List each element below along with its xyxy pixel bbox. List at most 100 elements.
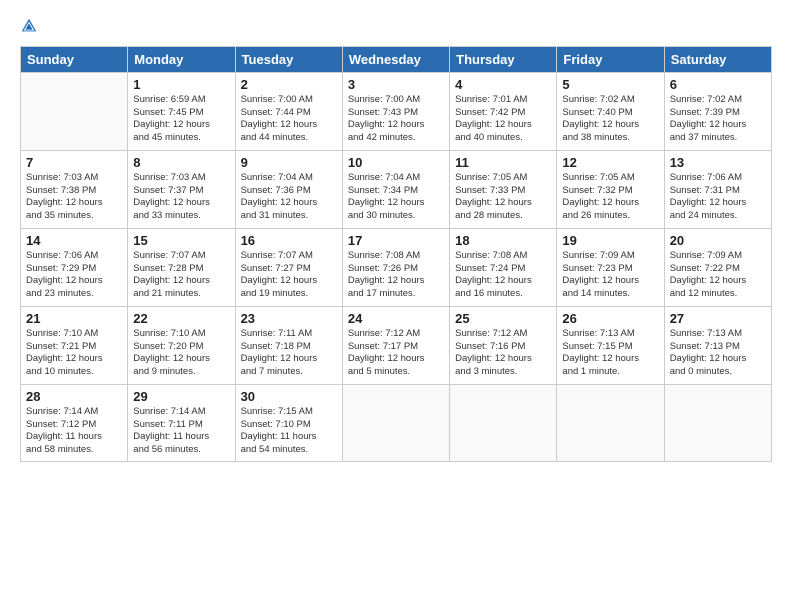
col-header-monday: Monday [128,46,235,72]
day-number: 20 [670,233,766,248]
day-number: 10 [348,155,444,170]
day-number: 5 [562,77,658,92]
calendar-cell: 16 Sunrise: 7:07 AM Sunset: 7:27 PM Dayli… [235,228,342,306]
day-number: 9 [241,155,337,170]
day-info: Sunrise: 7:07 AM Sunset: 7:28 PM Dayligh… [133,250,229,301]
calendar-cell: 22 Sunrise: 7:10 AM Sunset: 7:20 PM Dayli… [128,306,235,384]
calendar-cell: 19 Sunrise: 7:09 AM Sunset: 7:23 PM Dayli… [557,228,664,306]
calendar-cell: 27 Sunrise: 7:13 AM Sunset: 7:13 PM Dayli… [664,306,771,384]
day-info: Sunrise: 7:12 AM Sunset: 7:17 PM Dayligh… [348,328,444,379]
col-header-saturday: Saturday [664,46,771,72]
day-number: 14 [26,233,122,248]
calendar-cell: 25 Sunrise: 7:12 AM Sunset: 7:16 PM Dayli… [450,306,557,384]
day-number: 12 [562,155,658,170]
calendar-cell [557,384,664,461]
calendar-week-1: 7 Sunrise: 7:03 AM Sunset: 7:38 PM Daylig… [21,150,772,228]
calendar-header-row: SundayMondayTuesdayWednesdayThursdayFrid… [21,46,772,72]
day-info: Sunrise: 7:01 AM Sunset: 7:42 PM Dayligh… [455,94,551,145]
day-number: 22 [133,311,229,326]
day-info: Sunrise: 7:10 AM Sunset: 7:21 PM Dayligh… [26,328,122,379]
calendar-cell [450,384,557,461]
day-info: Sunrise: 7:09 AM Sunset: 7:23 PM Dayligh… [562,250,658,301]
day-number: 27 [670,311,766,326]
day-number: 16 [241,233,337,248]
day-info: Sunrise: 7:14 AM Sunset: 7:11 PM Dayligh… [133,406,229,457]
day-info: Sunrise: 7:08 AM Sunset: 7:26 PM Dayligh… [348,250,444,301]
day-number: 2 [241,77,337,92]
day-info: Sunrise: 7:13 AM Sunset: 7:13 PM Dayligh… [670,328,766,379]
day-number: 30 [241,389,337,404]
calendar-cell [21,72,128,150]
calendar-cell: 18Sunrise: 7:08 AM Sunset: 7:24 PM Dayli… [450,228,557,306]
page: SundayMondayTuesdayWednesdayThursdayFrid… [0,0,792,612]
day-info: Sunrise: 7:06 AM Sunset: 7:31 PM Dayligh… [670,172,766,223]
calendar-week-2: 14 Sunrise: 7:06 AM Sunset: 7:29 PM Dayli… [21,228,772,306]
day-info: Sunrise: 7:10 AM Sunset: 7:20 PM Dayligh… [133,328,229,379]
col-header-sunday: Sunday [21,46,128,72]
calendar-cell: 13 Sunrise: 7:06 AM Sunset: 7:31 PM Dayli… [664,150,771,228]
day-number: 25 [455,311,551,326]
day-info: Sunrise: 7:06 AM Sunset: 7:29 PM Dayligh… [26,250,122,301]
day-number: 4 [455,77,551,92]
day-number: 23 [241,311,337,326]
calendar-cell: 8 Sunrise: 7:03 AM Sunset: 7:37 PM Daylig… [128,150,235,228]
calendar-cell: 24Sunrise: 7:12 AM Sunset: 7:17 PM Dayli… [342,306,449,384]
logo-icon [20,17,38,35]
day-number: 21 [26,311,122,326]
day-info: Sunrise: 7:03 AM Sunset: 7:37 PM Dayligh… [133,172,229,223]
day-number: 17 [348,233,444,248]
day-number: 29 [133,389,229,404]
calendar-cell: 26 Sunrise: 7:13 AM Sunset: 7:15 PM Dayli… [557,306,664,384]
day-info: Sunrise: 7:11 AM Sunset: 7:18 PM Dayligh… [241,328,337,379]
calendar-cell: 1Sunrise: 6:59 AM Sunset: 7:45 PM Daylig… [128,72,235,150]
calendar-cell: 10 Sunrise: 7:04 AM Sunset: 7:34 PM Dayli… [342,150,449,228]
col-header-thursday: Thursday [450,46,557,72]
calendar-cell: 17 Sunrise: 7:08 AM Sunset: 7:26 PM Dayli… [342,228,449,306]
calendar-week-3: 21 Sunrise: 7:10 AM Sunset: 7:21 PM Dayli… [21,306,772,384]
calendar-cell: 20 Sunrise: 7:09 AM Sunset: 7:22 PM Dayli… [664,228,771,306]
day-info: Sunrise: 7:00 AM Sunset: 7:44 PM Dayligh… [241,94,337,145]
day-info: Sunrise: 7:03 AM Sunset: 7:38 PM Dayligh… [26,172,122,223]
day-number: 13 [670,155,766,170]
day-info: Sunrise: 7:14 AM Sunset: 7:12 PM Dayligh… [26,406,122,457]
col-header-wednesday: Wednesday [342,46,449,72]
calendar-cell [664,384,771,461]
calendar-cell: 28Sunrise: 7:14 AM Sunset: 7:12 PM Dayli… [21,384,128,461]
calendar-cell: 9 Sunrise: 7:04 AM Sunset: 7:36 PM Daylig… [235,150,342,228]
calendar-cell: 4 Sunrise: 7:01 AM Sunset: 7:42 PM Daylig… [450,72,557,150]
calendar-cell: 23 Sunrise: 7:11 AM Sunset: 7:18 PM Dayli… [235,306,342,384]
calendar-cell: 29 Sunrise: 7:14 AM Sunset: 7:11 PM Dayli… [128,384,235,461]
day-number: 3 [348,77,444,92]
calendar-cell: 21 Sunrise: 7:10 AM Sunset: 7:21 PM Dayli… [21,306,128,384]
day-number: 15 [133,233,229,248]
day-number: 19 [562,233,658,248]
calendar-cell: 3 Sunrise: 7:00 AM Sunset: 7:43 PM Daylig… [342,72,449,150]
day-info: Sunrise: 7:05 AM Sunset: 7:33 PM Dayligh… [455,172,551,223]
logo [20,16,42,36]
calendar-week-4: 28Sunrise: 7:14 AM Sunset: 7:12 PM Dayli… [21,384,772,461]
calendar-cell [342,384,449,461]
day-number: 7 [26,155,122,170]
day-number: 11 [455,155,551,170]
day-info: Sunrise: 7:02 AM Sunset: 7:39 PM Dayligh… [670,94,766,145]
calendar-cell: 5Sunrise: 7:02 AM Sunset: 7:40 PM Daylig… [557,72,664,150]
day-info: Sunrise: 7:07 AM Sunset: 7:27 PM Dayligh… [241,250,337,301]
col-header-tuesday: Tuesday [235,46,342,72]
calendar-table: SundayMondayTuesdayWednesdayThursdayFrid… [20,46,772,462]
header [20,16,772,36]
day-info: Sunrise: 7:00 AM Sunset: 7:43 PM Dayligh… [348,94,444,145]
calendar-cell: 7 Sunrise: 7:03 AM Sunset: 7:38 PM Daylig… [21,150,128,228]
day-number: 8 [133,155,229,170]
day-info: Sunrise: 7:04 AM Sunset: 7:34 PM Dayligh… [348,172,444,223]
day-info: Sunrise: 7:04 AM Sunset: 7:36 PM Dayligh… [241,172,337,223]
calendar-week-0: 1Sunrise: 6:59 AM Sunset: 7:45 PM Daylig… [21,72,772,150]
day-number: 1 [133,77,229,92]
day-number: 26 [562,311,658,326]
calendar-cell: 15 Sunrise: 7:07 AM Sunset: 7:28 PM Dayli… [128,228,235,306]
day-info: Sunrise: 7:13 AM Sunset: 7:15 PM Dayligh… [562,328,658,379]
day-number: 18 [455,233,551,248]
day-info: Sunrise: 7:15 AM Sunset: 7:10 PM Dayligh… [241,406,337,457]
calendar-cell: 30 Sunrise: 7:15 AM Sunset: 7:10 PM Dayli… [235,384,342,461]
day-info: Sunrise: 7:12 AM Sunset: 7:16 PM Dayligh… [455,328,551,379]
day-info: Sunrise: 7:09 AM Sunset: 7:22 PM Dayligh… [670,250,766,301]
